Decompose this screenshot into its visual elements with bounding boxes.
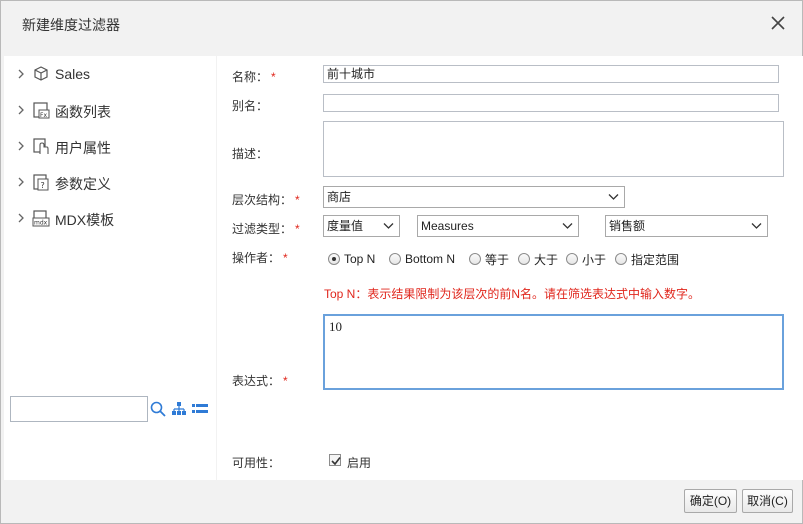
required-mark: * bbox=[283, 374, 288, 388]
required-mark: * bbox=[271, 70, 276, 84]
dialog-title: 新建维度过滤器 bbox=[22, 17, 120, 33]
required-mark: * bbox=[295, 222, 300, 236]
alias-input[interactable] bbox=[323, 94, 779, 112]
measure-select[interactable]: 销售额 bbox=[605, 215, 768, 237]
function-icon: Fx bbox=[33, 102, 50, 119]
radio-dot[interactable] bbox=[389, 253, 401, 265]
filter-form-panel: 名称： * 前十城市 别名： 描述： 层次结构： * 商店 过滤类型： * 度量值 M… bbox=[217, 56, 803, 480]
parameter-icon: ? bbox=[33, 174, 49, 191]
radio-less[interactable]: 小于 bbox=[566, 251, 606, 267]
svg-text:?: ? bbox=[41, 181, 45, 190]
chevron-down-icon bbox=[562, 223, 573, 229]
radio-bottom-n[interactable]: Bottom N bbox=[389, 251, 455, 267]
tree-item-functions[interactable]: Fx 函数列表 bbox=[4, 98, 216, 122]
chevron-right-icon[interactable] bbox=[16, 105, 26, 115]
tree-item-label: 参数定义 bbox=[55, 176, 111, 192]
required-mark: * bbox=[283, 251, 288, 265]
required-mark: * bbox=[295, 193, 300, 207]
close-icon[interactable] bbox=[768, 13, 788, 33]
tree-item-label: 用户属性 bbox=[55, 140, 111, 156]
new-dimension-filter-dialog: 新建维度过滤器 Sales Fx 函数列表 用户属性 ? 参数定义 mdx MD… bbox=[0, 0, 803, 524]
mdx-template-icon: mdx bbox=[32, 210, 50, 227]
svg-text:Fx: Fx bbox=[40, 112, 47, 119]
radio-greater[interactable]: 大于 bbox=[518, 251, 558, 267]
radio-dot[interactable] bbox=[566, 253, 578, 265]
radio-dot-selected[interactable] bbox=[328, 253, 340, 265]
expression-label: 表达式： * bbox=[232, 374, 288, 388]
tree-item-label: MDX模板 bbox=[55, 212, 115, 228]
radio-dot[interactable] bbox=[469, 253, 481, 265]
hierarchy-label: 层次结构： * bbox=[232, 193, 300, 207]
enabled-label: 启用 bbox=[347, 456, 372, 470]
chevron-down-icon bbox=[383, 223, 394, 229]
filter-type-label: 过滤类型： * bbox=[232, 222, 300, 236]
alias-label: 别名： bbox=[232, 99, 269, 113]
list-view-icon[interactable] bbox=[192, 401, 208, 417]
ok-button[interactable]: 确定(O) bbox=[684, 489, 737, 513]
radio-top-n[interactable]: Top N bbox=[328, 251, 375, 267]
description-label: 描述： bbox=[232, 147, 269, 161]
radio-label: Top N bbox=[344, 252, 376, 266]
check-icon bbox=[331, 457, 341, 466]
search-icon[interactable] bbox=[149, 400, 167, 418]
enabled-checkbox[interactable] bbox=[329, 454, 341, 466]
radio-label: 小于 bbox=[582, 252, 607, 267]
tree-item-label: Sales bbox=[55, 66, 91, 82]
chevron-down-icon bbox=[751, 223, 762, 229]
radio-range[interactable]: 指定范围 bbox=[615, 251, 679, 267]
user-attribute-icon bbox=[33, 138, 49, 154]
radio-label: 等于 bbox=[485, 252, 510, 267]
operator-label: 操作者： * bbox=[232, 251, 288, 265]
radio-label: 指定范围 bbox=[631, 252, 680, 267]
chevron-right-icon[interactable] bbox=[16, 69, 26, 79]
measures-select[interactable]: Measures bbox=[417, 215, 579, 237]
radio-label: Bottom N bbox=[405, 252, 456, 266]
tree-view-icon[interactable] bbox=[171, 401, 187, 417]
cancel-button[interactable]: 取消(C) bbox=[742, 489, 793, 513]
radio-label: 大于 bbox=[534, 252, 559, 267]
chevron-down-icon bbox=[608, 194, 619, 200]
tree-item-mdx-templates[interactable]: mdx MDX模板 bbox=[4, 206, 216, 230]
measures-select-value: Measures bbox=[421, 219, 474, 233]
tree-item-sales[interactable]: Sales bbox=[4, 62, 216, 86]
tree-item-label: 函数列表 bbox=[55, 104, 111, 120]
expression-textarea[interactable]: 10 bbox=[323, 314, 784, 390]
filter-type-select-value: 度量值 bbox=[327, 219, 364, 233]
chevron-right-icon[interactable] bbox=[16, 213, 26, 223]
tree-search-input[interactable] bbox=[10, 396, 148, 422]
svg-text:mdx: mdx bbox=[34, 220, 48, 227]
availability-label: 可用性： bbox=[232, 456, 281, 470]
radio-dot[interactable] bbox=[518, 253, 530, 265]
name-label: 名称： * bbox=[232, 70, 276, 84]
filter-type-select[interactable]: 度量值 bbox=[323, 215, 400, 237]
dialog-titlebar: 新建维度过滤器 bbox=[1, 1, 802, 45]
description-textarea[interactable] bbox=[323, 121, 784, 177]
measure-select-value: 销售额 bbox=[609, 219, 646, 233]
chevron-right-icon[interactable] bbox=[16, 141, 26, 151]
radio-equal[interactable]: 等于 bbox=[469, 251, 509, 267]
hierarchy-select-value: 商店 bbox=[327, 190, 352, 204]
tree-item-user-attributes[interactable]: 用户属性 bbox=[4, 134, 216, 158]
chevron-right-icon[interactable] bbox=[16, 177, 26, 187]
hierarchy-select[interactable]: 商店 bbox=[323, 186, 625, 208]
tree-item-parameters[interactable]: ? 参数定义 bbox=[4, 170, 216, 194]
operator-hint: Top N：表示结果限制为该层次的前N名。请在筛选表达式中输入数字。 bbox=[324, 287, 701, 301]
radio-dot[interactable] bbox=[615, 253, 627, 265]
cube-icon bbox=[34, 66, 48, 81]
name-input[interactable]: 前十城市 bbox=[323, 65, 779, 83]
